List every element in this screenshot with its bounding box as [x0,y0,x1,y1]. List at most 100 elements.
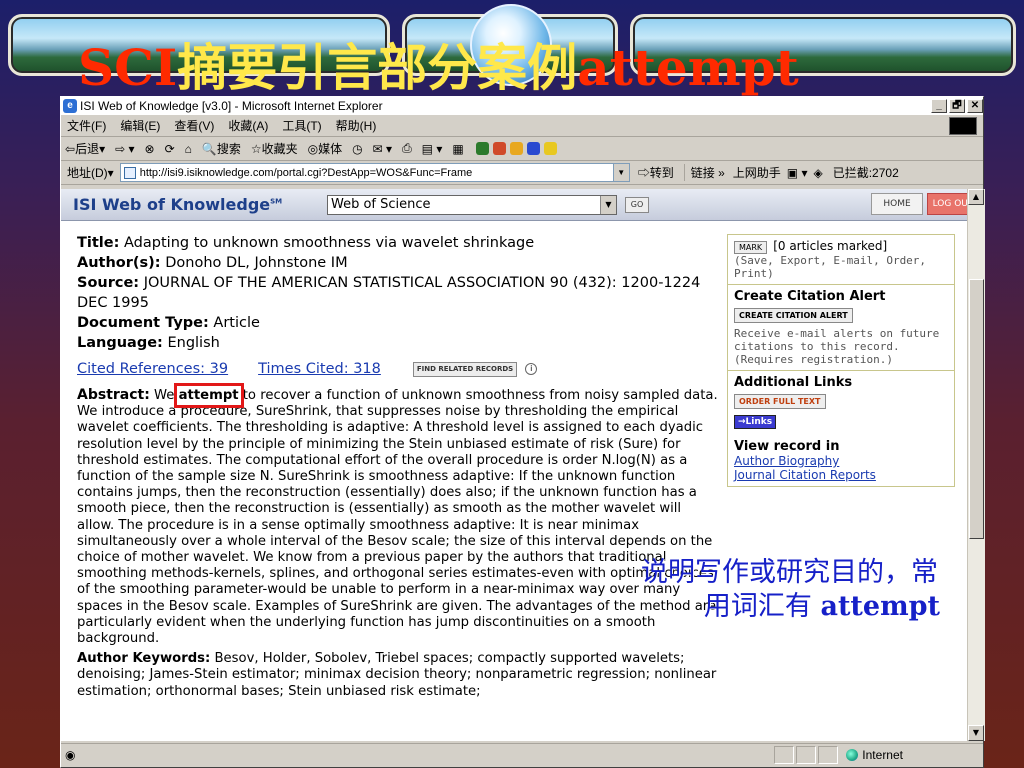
menu-tools[interactable]: 工具(T) [282,117,321,134]
info-icon[interactable]: i [525,363,538,375]
citation-alert-heading: Create Citation Alert [734,289,886,304]
chevron-down-icon[interactable]: ▼ [612,164,629,181]
menu-help[interactable]: 帮助(H) [336,117,377,134]
mark-section: MARK [0 articles marked] (Save, Export, E… [728,235,954,285]
vertical-scrollbar[interactable]: ▲ ▼ [967,189,985,741]
minimize-button[interactable]: _ [931,99,947,113]
ie-icon: e [63,99,77,113]
scroll-down-button[interactable]: ▼ [968,725,984,741]
times-cited-link[interactable]: Times Cited: 318 [258,359,381,379]
toolbar: ⇦ 后退 ▾ ⇨ ▾ ⊗ ⟳ ⌂ 🔍 搜索 ☆ 收藏夹 ◎ 媒体 ◷ ✉ ▾ ⎙ ▤ ▾… [61,137,983,161]
view-record-heading: View record in [734,439,840,454]
database-select[interactable]: Web of Science ▼ [327,195,617,215]
status-cell [774,745,795,764]
citation-alert-section: Create Citation Alert CREATE CITATION AL… [728,285,954,371]
additional-links-section: Additional Links ORDER FULL TEXT →Links … [728,371,954,486]
plugin-icon[interactable]: ◈ [813,166,822,180]
links-label: 链接 [690,166,715,180]
go-button[interactable]: ⇨转到 [638,164,674,181]
citation-row: Cited References: 39 Times Cited: 318 FI… [77,359,717,379]
plugin-icon[interactable] [475,142,489,155]
record-title-row: Title: Adapting to unknown smoothness vi… [77,235,535,251]
page-content: ISI Web of KnowledgeSM Web of Science ▼ G… [61,189,967,741]
discuss-icon[interactable]: ▦ [452,142,463,156]
record-source-row: Source: JOURNAL OF THE AMERICAN STATISTI… [77,275,701,311]
links-button[interactable]: →Links [734,415,777,429]
plugin-icon[interactable] [526,142,540,155]
media-button[interactable]: ◎ 媒体 [308,140,343,157]
callout-keyword: attempt [820,591,940,622]
browser-window: e ISI Web of Knowledge [v3.0] - Microsof… [60,96,985,768]
isi-logo: ISI Web of KnowledgeSM [73,195,283,214]
database-value: Web of Science [331,197,431,212]
back-button[interactable]: ⇦ 后退 ▾ [65,140,105,157]
record-sidebar: MARK [0 articles marked] (Save, Export, E… [727,234,955,487]
mark-button[interactable]: MARK [734,241,768,254]
security-zone: Internet [846,748,903,762]
record-title: Adapting to unknown smoothness via wavel… [124,235,535,251]
print-icon[interactable]: ⎙ [402,141,412,156]
links-button[interactable]: 链接 » [683,164,725,181]
callout-line-1: 说明写作或研究目的，常 [641,557,938,588]
citation-alert-text: Receive e-mail alerts on future citation… [734,327,940,366]
create-citation-alert-button[interactable]: CREATE CITATION ALERT [734,308,853,323]
status-cell [796,745,817,764]
cited-references-link[interactable]: Cited References: 39 [77,359,228,379]
author-biography-link[interactable]: Author Biography [734,454,948,468]
home-icon[interactable]: ⌂ [185,142,192,156]
menubar: 文件(F) 编辑(E) 查看(V) 收藏(A) 工具(T) 帮助(H) [61,115,983,137]
history-icon[interactable]: ◷ [352,142,362,156]
search-label: 搜索 [216,142,241,156]
helper-button[interactable]: 上网助手 [733,164,781,181]
record-source: JOURNAL OF THE AMERICAN STATISTICAL ASSO… [77,275,701,311]
close-button[interactable]: ✕ [967,99,983,113]
slide-title: SCI摘要引言部分案例attempt [78,38,799,97]
favorites-label: 收藏夹 [261,142,298,156]
search-button[interactable]: 🔍 搜索 [202,140,241,157]
find-related-button[interactable]: FIND RELATED RECORDS [412,361,518,377]
windows-logo-icon [949,116,977,135]
popup-blocked-counter[interactable]: 已拦截:2702 [833,164,899,181]
scroll-thumb[interactable] [969,279,984,539]
home-button[interactable]: HOME [871,193,923,215]
callout-line-2: 用词汇有 attempt [703,591,940,622]
address-url: http://isi9.isiknowledge.com/portal.cgi?… [139,166,473,179]
chevron-down-icon[interactable]: ▼ [600,196,616,214]
stop-icon[interactable]: ⊗ [145,142,155,156]
mark-hint: (Save, Export, E-mail, Order, Print) [734,254,927,280]
favorites-button[interactable]: ☆ 收藏夹 [251,140,298,157]
address-label: 地址(D) [67,166,108,180]
plugin-icon[interactable] [492,142,506,155]
page-icon [123,166,136,179]
record-details: Title: Adapting to unknown smoothness vi… [77,233,718,700]
refresh-icon[interactable]: ⟳ [165,142,175,156]
shield-icon[interactable]: ▣ ▾ [787,166,808,180]
record-authors-row: Author(s): Donoho DL, Johnstone IM [77,255,348,271]
page-icon: ◉ [65,747,76,762]
record-language-row: Language: English [77,335,220,351]
menu-file[interactable]: 文件(F) [67,117,106,134]
forward-button[interactable]: ⇨ ▾ [115,142,134,156]
scroll-up-button[interactable]: ▲ [968,189,984,205]
order-full-text-button[interactable]: ORDER FULL TEXT [734,394,826,409]
back-label: 后退 [75,142,100,156]
slide-callout: 说明写作或研究目的，常 用词汇有 attempt [564,556,944,624]
mail-icon[interactable]: ✉ ▾ [373,142,392,156]
plugin-icon[interactable] [543,142,557,155]
additional-links-heading: Additional Links [734,375,853,390]
edit-icon[interactable]: ▤ ▾ [422,142,443,156]
menu-view[interactable]: 查看(V) [174,117,214,134]
journal-citation-reports-link[interactable]: Journal Citation Reports [734,468,948,482]
logout-button[interactable]: LOG OUT [927,193,967,215]
address-input[interactable]: http://isi9.isiknowledge.com/portal.cgi?… [119,163,630,182]
record-language: English [167,335,220,351]
plugin-icon[interactable] [509,142,523,155]
marked-count: [0 articles marked] [773,239,888,253]
menu-edit[interactable]: 编辑(E) [120,117,160,134]
restore-button[interactable]: 🗗 [949,99,965,113]
author-keywords: Author Keywords: Besov, Holder, Sobolev,… [77,651,717,699]
go-label: 转到 [649,166,674,180]
go-button[interactable]: GO [625,197,649,213]
media-label: 媒体 [318,142,343,156]
menu-favorites[interactable]: 收藏(A) [228,117,268,134]
